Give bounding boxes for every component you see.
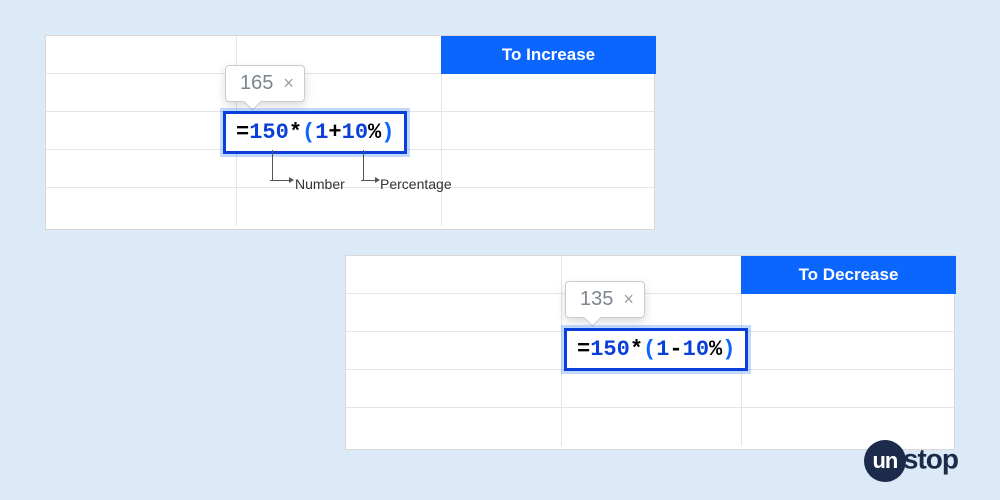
close-icon[interactable]: × xyxy=(283,73,294,94)
result-value: 165 xyxy=(240,72,273,95)
result-value: 135 xyxy=(580,288,613,311)
tok-multiply: * xyxy=(289,120,302,145)
formula-cell-increase[interactable]: =150*(1+10%) xyxy=(223,111,407,154)
table-row: To Increase xyxy=(46,36,654,74)
result-tooltip-decrease: 135 × xyxy=(565,281,645,318)
tok-minus: - xyxy=(669,337,682,362)
logo-text: stop xyxy=(903,443,958,474)
arrow-number-h xyxy=(272,180,290,181)
table-row xyxy=(346,370,954,408)
tok-equals: = xyxy=(236,120,249,145)
tok-percent-value: 10 xyxy=(683,337,709,362)
table-row xyxy=(346,294,954,332)
tok-multiply: * xyxy=(630,337,643,362)
tok-one: 1 xyxy=(656,337,669,362)
header-to-increase: To Increase xyxy=(441,36,656,74)
annotation-percentage: Percentage xyxy=(380,176,452,192)
annotation-number: Number xyxy=(295,176,345,192)
tok-percent-sign: % xyxy=(368,120,381,145)
tok-paren-open: ( xyxy=(302,120,315,145)
table-row xyxy=(46,74,654,112)
table-row xyxy=(346,408,954,446)
logo-bubble: un xyxy=(864,440,906,482)
result-tooltip-increase: 165 × xyxy=(225,65,305,102)
tok-number: 150 xyxy=(590,337,630,362)
logo-unstop: unstop xyxy=(864,440,958,482)
tok-number: 150 xyxy=(249,120,289,145)
tok-one: 1 xyxy=(315,120,328,145)
header-to-decrease: To Decrease xyxy=(741,256,956,294)
tok-percent-value: 10 xyxy=(342,120,368,145)
tok-plus: + xyxy=(328,120,341,145)
table-row xyxy=(46,150,654,188)
tok-percent-sign: % xyxy=(709,337,722,362)
arrow-percentage-h xyxy=(363,180,376,181)
table-row: To Decrease xyxy=(346,256,954,294)
tok-equals: = xyxy=(577,337,590,362)
arrow-number xyxy=(272,150,273,180)
close-icon[interactable]: × xyxy=(623,289,634,310)
table-row xyxy=(46,188,654,226)
formula-cell-decrease[interactable]: =150*(1-10%) xyxy=(564,328,748,371)
tok-paren-close: ) xyxy=(722,337,735,362)
arrow-percentage xyxy=(363,150,364,180)
tok-paren-close: ) xyxy=(381,120,394,145)
tok-paren-open: ( xyxy=(643,337,656,362)
